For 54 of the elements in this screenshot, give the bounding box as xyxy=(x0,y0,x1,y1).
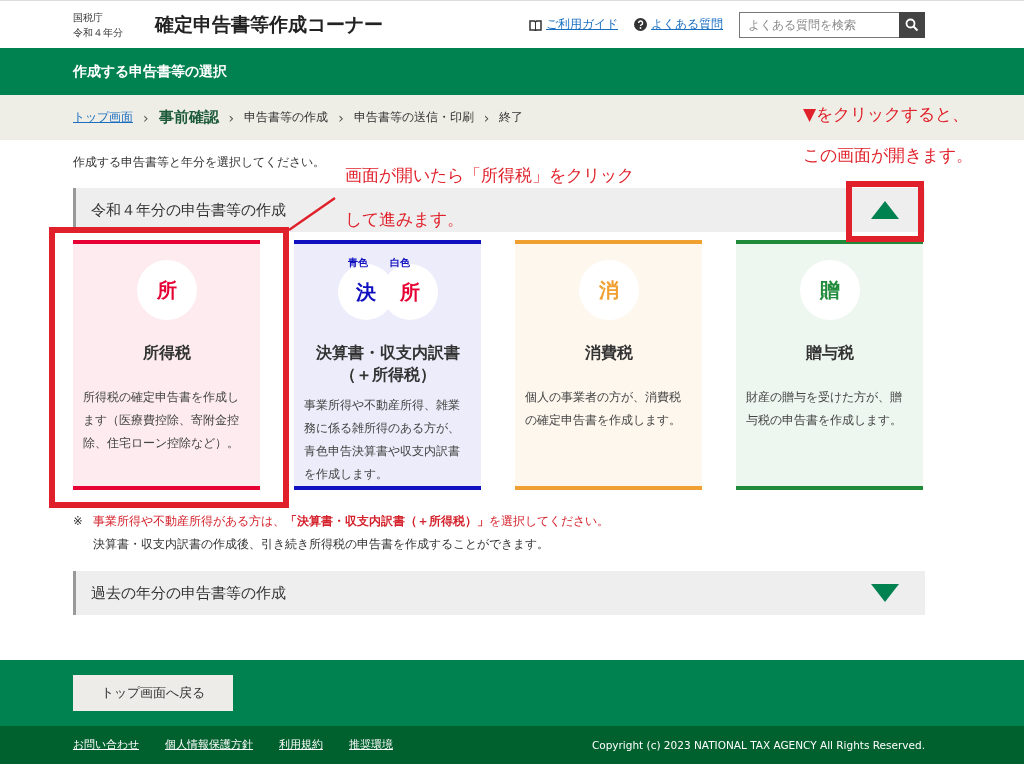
tax-card[interactable]: 所 所得税 所得税の確定申告書を作成します（医療費控除、寄附金控除、住宅ローン控除など）。 xyxy=(73,240,260,490)
footer-link[interactable]: 推奨環境 xyxy=(349,738,393,752)
collapse-triangle-icon[interactable] xyxy=(871,201,899,219)
note-mark: ※ xyxy=(73,513,84,530)
card-description: 個人の事業者の方が、消費税の確定申告書を作成します。 xyxy=(524,389,682,429)
agency-name: 国税庁 xyxy=(73,10,104,25)
note-text: 決算書・収支内訳書の作成後、引き続き所得税の申告書を作成することができます。 xyxy=(93,536,550,553)
card-description: 所得税の確定申告書を作成します（医療費控除、寄附金控除、住宅ローン控除など）。 xyxy=(82,389,240,452)
annotation-text: 画面が開いたら「所得税」をクリック xyxy=(345,164,634,187)
tax-badge: 所 xyxy=(136,260,197,320)
book-icon xyxy=(529,18,542,31)
card-title: 消費税 xyxy=(583,342,634,364)
breadcrumb-separator: › xyxy=(338,109,344,126)
site-title: 確定申告書等作成コーナー xyxy=(155,11,383,37)
card-title: 所得税 xyxy=(141,342,192,364)
annotation-text: ▼をクリックすると、 xyxy=(803,103,970,126)
footer-link[interactable]: 個人情報保護方針 xyxy=(165,738,253,752)
breadcrumb-separator: › xyxy=(143,109,149,126)
tax-badge: 消 xyxy=(578,260,639,320)
card-title: 贈与税 xyxy=(804,342,855,364)
breadcrumb-current: 事前確認 xyxy=(158,108,219,127)
section-header[interactable]: 過去の年分の申告書等の作成 xyxy=(73,571,925,615)
help-icon xyxy=(634,18,647,31)
page-title-bar: 作成する申告書等の選択 xyxy=(0,48,1024,95)
breadcrumb-step: 申告書等の送信・印刷 xyxy=(353,110,474,125)
tax-badge: 贈 xyxy=(799,260,860,320)
footer-link[interactable]: 利用規約 xyxy=(279,738,323,752)
card-description: 財産の贈与を受けた方が、贈与税の申告書を作成します。 xyxy=(745,389,903,429)
search-button[interactable] xyxy=(899,11,925,38)
back-button[interactable]: トップ画面へ戻る xyxy=(73,675,233,711)
breadcrumb-step: 申告書等の作成 xyxy=(244,110,329,125)
breadcrumb-step: 終了 xyxy=(499,110,524,125)
annotation-text: この画面が開きます。 xyxy=(803,144,973,167)
expand-triangle-icon[interactable] xyxy=(871,584,899,602)
tax-card[interactable]: 贈 贈与税 財産の贈与を受けた方が、贈与税の申告書を作成します。 xyxy=(736,240,923,490)
footer-link[interactable]: お問い合わせ xyxy=(73,738,139,752)
note-text: 事業所得や不動産所得がある方は、「決算書・収支内訳書（＋所得税）」を選択してください。 xyxy=(93,513,610,530)
header-link[interactable]: ご利用ガイド xyxy=(546,16,618,33)
search-field[interactable]: よくある質問を検索 xyxy=(739,11,899,38)
annotation-text: して進みます。 xyxy=(345,208,464,231)
leader-line xyxy=(287,196,337,232)
section-title: 過去の年分の申告書等の作成 xyxy=(91,583,286,603)
tax-card[interactable]: 消 消費税 個人の事業者の方が、消費税の確定申告書を作成します。 xyxy=(515,240,702,490)
breadcrumb-separator: › xyxy=(228,109,235,126)
breadcrumb-link[interactable]: トップ画面 xyxy=(73,110,133,125)
card-description: 事業所得や不動産所得、雑業務に係る雑所得のある方が、青色申告決算書や収支内訳書を作成します。 xyxy=(303,397,461,483)
card-title: 決算書・収支内訳書（＋所得税） xyxy=(314,342,461,386)
section-title: 令和４年分の申告書等の作成 xyxy=(91,200,286,220)
header-link[interactable]: よくある質問 xyxy=(651,16,723,33)
instruction-text: 作成する申告書等と年分を選択してください。 xyxy=(73,155,325,170)
tax-year-label: 令和４年分 xyxy=(73,25,124,40)
breadcrumb-separator: › xyxy=(483,109,490,126)
search-icon xyxy=(905,17,919,32)
copyright-text: Copyright (c) 2023 NATIONAL TAX AGENCY All Rights Reserved. xyxy=(591,739,925,751)
